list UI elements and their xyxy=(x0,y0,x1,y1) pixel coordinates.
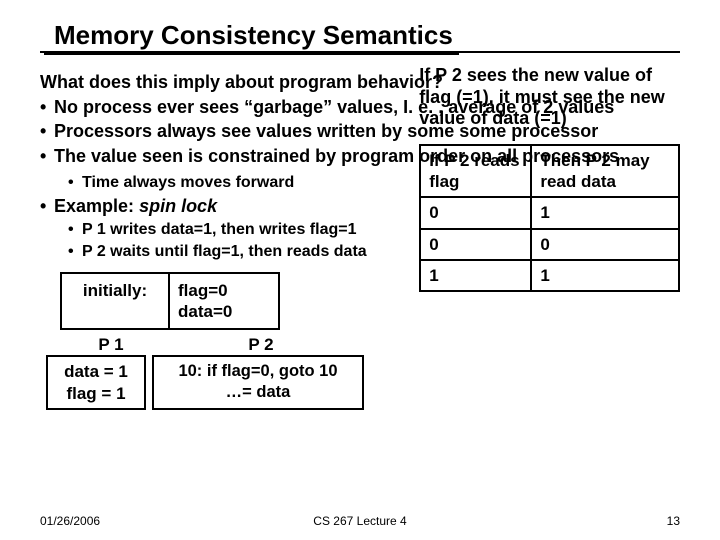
truth-table: If P 2 reads flag Then P 2 may read data… xyxy=(419,144,680,292)
sub-bullet-p2-text: P 2 waits until flag=1, then reads data xyxy=(82,243,367,260)
table-row: 0 1 xyxy=(420,197,679,228)
cell-r0-a: 0 xyxy=(420,197,531,228)
cell-r0-b: 1 xyxy=(531,197,679,228)
p2-label: P 2 xyxy=(162,330,360,355)
cell-r1-b: 0 xyxy=(531,229,679,260)
p1-label: P 1 xyxy=(60,330,162,355)
initially-label: initially: xyxy=(60,272,168,331)
init-flag: flag=0 xyxy=(178,280,270,301)
code-diagram: initially: flag=0 data=0 P 1 P 2 data = … xyxy=(40,272,411,410)
footer: 01/26/2006 CS 267 Lecture 4 13 xyxy=(40,514,680,528)
cell-r1-a: 0 xyxy=(420,229,531,260)
init-data: data=0 xyxy=(178,301,270,322)
sub-bullet-p1: •P 1 writes data=1, then writes flag=1 xyxy=(40,220,411,240)
right-note: If P 2 sees the new value of flag (=1), … xyxy=(419,65,680,130)
right-column: If P 2 sees the new value of flag (=1), … xyxy=(411,171,680,410)
sub-bullet-time-text: Time always moves forward xyxy=(82,174,294,191)
sub-bullet-p2: •P 2 waits until flag=1, then reads data xyxy=(40,242,411,262)
page-title: Memory Consistency Semantics xyxy=(44,20,459,55)
title-bar: Memory Consistency Semantics xyxy=(40,18,680,53)
example-bullet: •Example: spin lock xyxy=(40,195,411,218)
initially-values: flag=0 data=0 xyxy=(168,272,280,331)
cell-r2-b: 1 xyxy=(531,260,679,291)
p2-code: 10: if flag=0, goto 10 …= data xyxy=(152,355,364,410)
example-name: spin lock xyxy=(139,196,217,216)
p1-line-1: data = 1 xyxy=(52,361,140,382)
table-row: 1 1 xyxy=(420,260,679,291)
p1-line-2: flag = 1 xyxy=(52,383,140,404)
footer-course: CS 267 Lecture 4 xyxy=(40,514,680,528)
p1-code: data = 1 flag = 1 xyxy=(46,355,146,410)
body: What does this imply about program behav… xyxy=(40,71,680,410)
sub-bullet-time: •Time always moves forward xyxy=(40,173,411,193)
p2-line-1: 10: if flag=0, goto 10 xyxy=(158,361,358,382)
sub-bullet-p1-text: P 1 writes data=1, then writes flag=1 xyxy=(82,221,356,238)
table-row: 0 0 xyxy=(420,229,679,260)
truth-th-2: Then P 2 may read data xyxy=(531,145,679,198)
example-label: Example: xyxy=(54,196,134,216)
truth-th-1: If P 2 reads flag xyxy=(420,145,531,198)
p2-line-2: …= data xyxy=(158,382,358,403)
cell-r2-a: 1 xyxy=(420,260,531,291)
left-column: •Time always moves forward •Example: spi… xyxy=(40,171,411,410)
